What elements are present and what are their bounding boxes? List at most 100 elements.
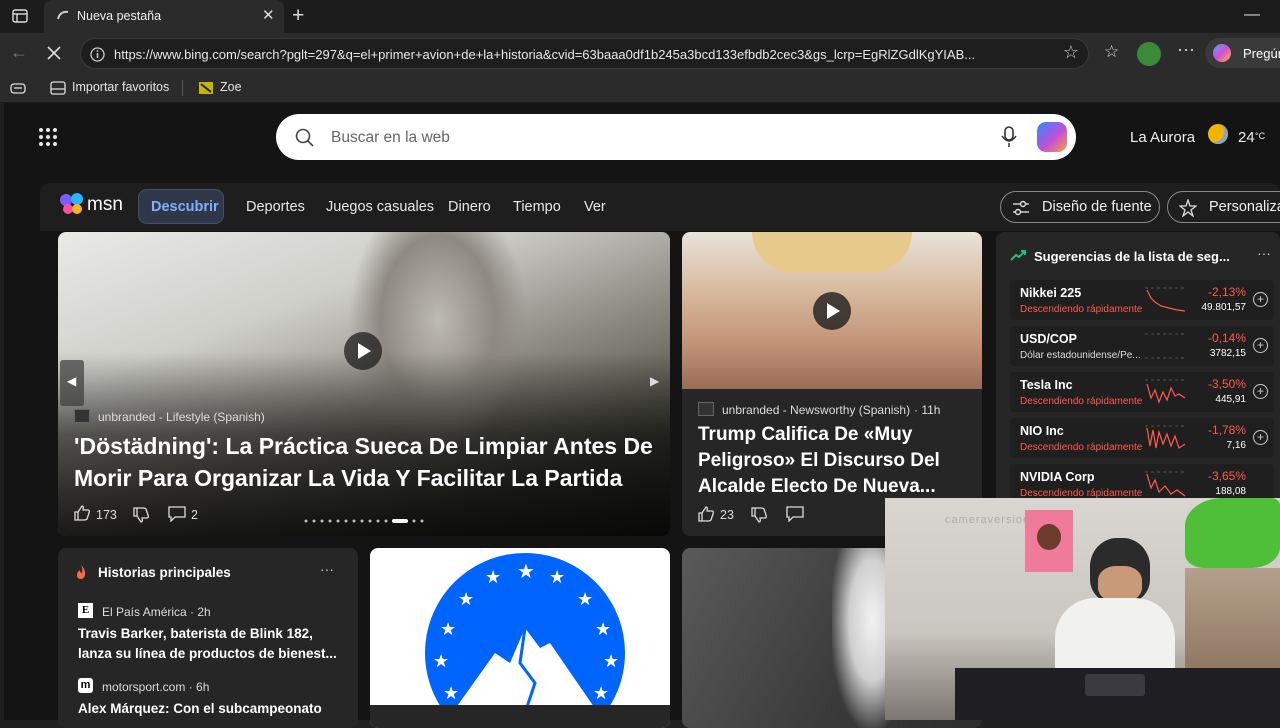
- watchlist-more-icon[interactable]: ···: [1257, 245, 1271, 261]
- nav-deportes[interactable]: Deportes: [246, 199, 305, 215]
- favorites-icon[interactable]: ☆: [1104, 42, 1119, 62]
- watch-value: 49.801,57: [1201, 302, 1247, 313]
- tab-strip: Nueva pestaña ✕ + —: [0, 0, 1280, 33]
- svg-text:★: ★: [485, 567, 501, 587]
- nav-ver[interactable]: Ver: [584, 199, 606, 215]
- new-tab-icon[interactable]: +: [292, 4, 304, 28]
- hero-headline[interactable]: 'Döstädning': La Práctica Sueca De Limpi…: [74, 430, 659, 494]
- hero-prev-arrow[interactable]: ◀: [60, 360, 84, 406]
- elpais-logo: E: [78, 603, 93, 618]
- nav-juegos-casuales[interactable]: Juegos casuales: [326, 199, 434, 215]
- weather-unit: °C: [1255, 131, 1266, 141]
- watch-change: -2,13%: [1207, 285, 1246, 299]
- story-card-trump[interactable]: unbranded - Newsworthy (Spanish) · 11h T…: [682, 232, 982, 536]
- hero-play-icon[interactable]: [344, 332, 382, 370]
- story-headline[interactable]: Travis Barker, baterista de Blink 182, l…: [78, 624, 343, 664]
- tab-actions-icon[interactable]: [12, 9, 28, 23]
- story2-headline[interactable]: Trump Califica De «Muy Peligroso» El Dis…: [698, 422, 968, 500]
- webcam-green-figure: [1185, 498, 1280, 568]
- apps-grid-icon[interactable]: [38, 127, 58, 147]
- edge-favicon-icon: [57, 10, 69, 20]
- back-icon[interactable]: ←: [10, 42, 28, 63]
- hero-source[interactable]: unbranded - Lifestyle (Spanish): [98, 410, 265, 424]
- copilot-search-icon[interactable]: [1037, 122, 1067, 152]
- story2-source[interactable]: unbranded - Newsworthy (Spanish): [722, 403, 910, 417]
- watch-add-icon[interactable]: +: [1253, 384, 1268, 399]
- nav-tiempo[interactable]: Tiempo: [513, 199, 561, 215]
- profile-avatar-icon[interactable]: [1137, 42, 1161, 66]
- hero-story-card[interactable]: ◀ ▶ unbranded - Lifestyle (Spanish) 'Dös…: [58, 232, 670, 536]
- watchlist-item-nikkei[interactable]: Nikkei 225 Descendiendo rápidamente -2,1…: [1010, 280, 1274, 320]
- story2-dislike-icon[interactable]: [750, 506, 768, 524]
- hero-carousel-dots[interactable]: [302, 512, 427, 523]
- more-menu-icon[interactable]: ···: [1177, 39, 1195, 60]
- watch-status: Descendiendo rápidamente: [1020, 442, 1143, 453]
- stop-loading-icon[interactable]: [46, 45, 62, 61]
- watchlist-item-tesla[interactable]: Tesla Inc Descendiendo rápidamente -3,50…: [1010, 372, 1274, 412]
- nav-descubrir[interactable]: Descubrir: [138, 189, 224, 224]
- web-search-box[interactable]: Buscar en la web: [276, 114, 1076, 160]
- watch-sparkline: [1145, 379, 1187, 404]
- watchlist-item-nio[interactable]: NIO Inc Descendiendo rápidamente -1,78% …: [1010, 418, 1274, 458]
- tab-nueva-pestana[interactable]: Nueva pestaña ✕: [44, 0, 284, 33]
- import-favorites-link[interactable]: Importar favoritos: [50, 73, 175, 103]
- watch-add-icon[interactable]: +: [1253, 292, 1268, 307]
- paramount-logo-image: ★★ ★★ ★★ ★★ ★★ ★: [425, 553, 625, 713]
- hero-next-arrow[interactable]: ▶: [650, 374, 659, 388]
- story2-comment-icon[interactable]: [786, 506, 804, 522]
- personalize-icon: [1179, 199, 1197, 217]
- favbar-divider: [182, 80, 183, 96]
- browser-toolbar: ← https://www.bing.com/search?pglt=297&q…: [0, 33, 1280, 73]
- motorsport-logo: m: [78, 678, 93, 693]
- hero-source-logo: [74, 409, 90, 423]
- paramount-story-card[interactable]: ★ ★ ★ ★ ★ ★ ★ ★ ★ ★ ★: [370, 548, 670, 728]
- url-text: https://www.bing.com/search?pglt=297&q=e…: [114, 47, 976, 62]
- top-stories-more-icon[interactable]: ···: [320, 561, 334, 577]
- copilot-button[interactable]: Pregún: [1205, 38, 1280, 68]
- svg-text:★: ★: [517, 561, 535, 583]
- svg-text:★: ★: [458, 589, 474, 609]
- story2-play-icon[interactable]: [813, 292, 851, 330]
- story2-like-icon[interactable]: [697, 505, 715, 523]
- hero-dislike-icon[interactable]: [132, 506, 150, 524]
- story-source[interactable]: El País América · 2h: [102, 605, 211, 619]
- watchlist-item-usdcop[interactable]: USD/COP Dólar estadounidense/Pe... -0,14…: [1010, 326, 1274, 366]
- hero-comment-icon[interactable]: [168, 506, 186, 522]
- favorite-star-icon[interactable]: ☆: [1063, 42, 1079, 63]
- tab-close-icon[interactable]: ✕: [262, 6, 275, 24]
- zoe-bookmark[interactable]: Zoe: [198, 73, 248, 103]
- trending-up-icon: [1010, 250, 1026, 261]
- watch-status: Descendiendo rápidamente: [1020, 396, 1143, 407]
- microphone-icon[interactable]: [1001, 126, 1017, 148]
- webcam-controller: [1085, 674, 1145, 696]
- search-placeholder: Buscar en la web: [331, 129, 450, 146]
- watch-change: -1,78%: [1207, 423, 1246, 437]
- svg-text:★: ★: [549, 567, 565, 587]
- story-source[interactable]: motorsport.com · 6h: [102, 680, 209, 694]
- msn-butterfly-icon: [60, 193, 83, 214]
- reading-view-icon[interactable]: [10, 81, 26, 95]
- weather-location: La Aurora: [1130, 129, 1196, 146]
- svg-text:★: ★: [443, 683, 459, 703]
- msn-logo[interactable]: msn: [59, 191, 125, 221]
- sliders-icon: [1013, 200, 1029, 216]
- hero-like-icon[interactable]: [73, 504, 91, 522]
- weather-widget[interactable]: La Aurora 24 °C: [1130, 124, 1280, 152]
- watch-change: -3,50%: [1207, 377, 1246, 391]
- site-info-icon[interactable]: [90, 47, 105, 62]
- story-headline[interactable]: Alex Márquez: Con el subcampeonato: [78, 699, 343, 719]
- address-bar[interactable]: https://www.bing.com/search?pglt=297&q=e…: [80, 38, 1089, 69]
- nav-dinero[interactable]: Dinero: [448, 199, 491, 215]
- copilot-label: Pregún: [1243, 46, 1280, 61]
- personalize-button[interactable]: Personalizar: [1167, 191, 1280, 223]
- favorites-bar: Importar favoritos Zoe: [0, 73, 1280, 103]
- webcam-person-head: [1090, 538, 1150, 602]
- watch-add-icon[interactable]: +: [1253, 430, 1268, 445]
- search-icon: [295, 128, 314, 147]
- font-design-button[interactable]: Diseño de fuente: [1000, 191, 1160, 223]
- watch-add-icon[interactable]: +: [1253, 338, 1268, 353]
- watch-value: 445,91: [1215, 394, 1246, 405]
- minimize-icon[interactable]: —: [1244, 6, 1260, 24]
- watchlist-item-nvidia[interactable]: NVIDIA Corp Descendiendo rápidamente -3,…: [1010, 464, 1274, 499]
- top-stories-title: Historias principales: [98, 565, 231, 580]
